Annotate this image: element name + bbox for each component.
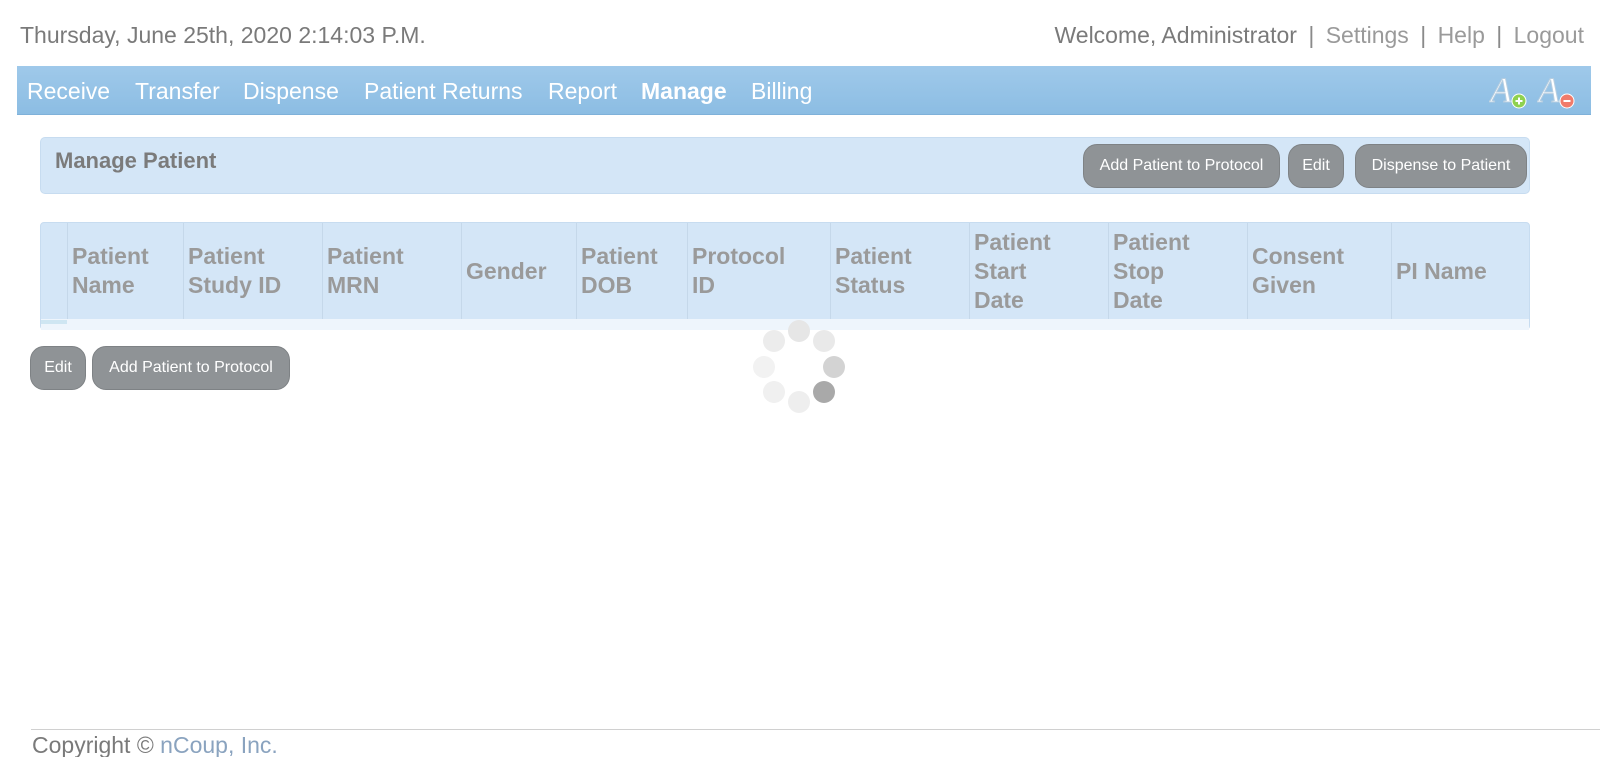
header-line: Name [72, 272, 135, 298]
nav-dispense[interactable]: Dispense [243, 78, 339, 105]
edit-button-bottom[interactable]: Edit [30, 346, 86, 390]
company-link[interactable]: nCoup, Inc. [160, 732, 278, 757]
svg-text:A: A [1489, 72, 1513, 110]
column-header-patient-mrn[interactable]: Patient MRN [322, 223, 461, 319]
footer-divider [31, 729, 1600, 730]
column-header-label: PI Name [1396, 257, 1487, 286]
header-line: Protocol [692, 243, 786, 269]
top-bar: Thursday, June 25th, 2020 2:14:03 P.M. W… [20, 22, 1584, 54]
help-link[interactable]: Help [1438, 22, 1485, 48]
header-line: MRN [327, 272, 380, 298]
user-links: Welcome, Administrator | Settings | Help… [1054, 22, 1584, 49]
column-header-label: Patient Stop Date [1113, 228, 1190, 315]
column-header-protocol-id[interactable]: Protocol ID [687, 223, 830, 319]
header-line: Consent [1252, 243, 1344, 269]
column-header-label: Patient Start Date [974, 228, 1051, 315]
column-header-patient-start-date[interactable]: Patient Start Date [969, 223, 1108, 319]
header-line: Patient [327, 243, 404, 269]
loading-spinner-icon [749, 316, 849, 416]
header-line: Patient [1113, 228, 1190, 255]
header-line: Start [974, 257, 1027, 284]
header-line: Date [1113, 286, 1163, 313]
header-line: ID [692, 272, 715, 298]
column-header-label: Patient DOB [581, 242, 658, 300]
nav-report[interactable]: Report [548, 78, 617, 105]
column-header-label: Consent Given [1252, 242, 1344, 300]
column-header-patient-status[interactable]: Patient Status [830, 223, 969, 319]
column-header-label: Protocol ID [692, 242, 785, 300]
current-datetime: Thursday, June 25th, 2020 2:14:03 P.M. [20, 22, 426, 48]
nav-transfer[interactable]: Transfer [135, 78, 220, 105]
column-header-consent-given[interactable]: Consent Given [1247, 223, 1391, 319]
dispense-to-patient-button[interactable]: Dispense to Patient [1355, 144, 1527, 188]
edit-button[interactable]: Edit [1288, 144, 1344, 188]
nav-patient-returns[interactable]: Patient Returns [364, 78, 523, 105]
separator: | [1496, 22, 1503, 48]
header-line: Given [1252, 272, 1316, 298]
column-header-pi-name[interactable]: PI Name [1391, 223, 1530, 319]
column-header-patient-study-id[interactable]: Patient Study ID [183, 223, 322, 319]
header-line: Study ID [188, 272, 282, 298]
add-patient-to-protocol-button-bottom[interactable]: Add Patient to Protocol [92, 346, 290, 390]
column-header-patient-stop-date[interactable]: Patient Stop Date [1108, 223, 1247, 319]
column-header-label: Patient MRN [327, 242, 404, 300]
page-title: Manage Patient [55, 148, 217, 173]
header-line: Stop [1113, 257, 1165, 284]
nav-billing[interactable]: Billing [751, 78, 812, 105]
header-line: Patient [835, 243, 912, 269]
column-header-patient-name[interactable]: Patient Name [67, 223, 183, 319]
header-line: Gender [466, 257, 547, 284]
header-line: Patient [974, 228, 1051, 255]
font-decrease-icon[interactable]: A [1536, 70, 1577, 111]
header-line: DOB [581, 272, 633, 298]
separator: | [1420, 22, 1427, 48]
footer: Copyright © nCoup, Inc. [32, 732, 278, 757]
main-nav: Receive Transfer Dispense Patient Return… [17, 66, 1591, 115]
nav-manage[interactable]: Manage [641, 78, 727, 105]
svg-text:A: A [1537, 72, 1561, 110]
column-header-gender[interactable]: Gender [461, 223, 576, 319]
separator: | [1308, 22, 1315, 48]
logout-link[interactable]: Logout [1514, 22, 1584, 48]
welcome-text: Welcome, Administrator [1054, 22, 1297, 48]
header-line: Date [974, 286, 1024, 313]
header-line: Patient [581, 243, 658, 269]
patient-grid: Patient Name Patient Study ID Patient MR… [40, 222, 1530, 330]
header-line: Patient [72, 243, 149, 269]
column-header-label: Patient Status [835, 242, 912, 300]
add-patient-to-protocol-button[interactable]: Add Patient to Protocol [1083, 144, 1280, 188]
header-line: PI Name [1396, 257, 1487, 284]
copyright-text: Copyright © [32, 732, 154, 757]
settings-link[interactable]: Settings [1326, 22, 1409, 48]
column-header-label: Patient Name [72, 242, 149, 300]
column-header-label: Patient Study ID [188, 242, 281, 300]
font-increase-icon[interactable]: A [1488, 70, 1529, 111]
column-header-label: Gender [466, 257, 547, 286]
grid-row-indicator [41, 320, 67, 324]
nav-receive[interactable]: Receive [27, 78, 110, 105]
column-header-patient-dob[interactable]: Patient DOB [576, 223, 687, 319]
header-line: Patient [188, 243, 265, 269]
header-line: Status [835, 272, 906, 298]
